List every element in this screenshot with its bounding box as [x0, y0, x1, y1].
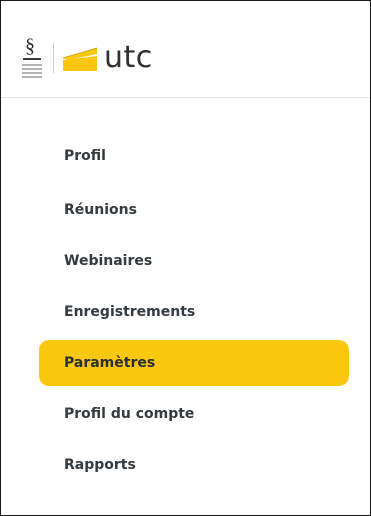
sidebar-item-label: Profil [64, 148, 106, 164]
sidebar-item-label: Enregistrements [64, 304, 196, 320]
logo-divider [53, 43, 54, 73]
sidebar-item-label: Paramètres [64, 355, 156, 371]
utc-logo[interactable]: § utc [21, 33, 153, 83]
sidebar-item-label: Profil du compte [64, 406, 195, 422]
sidebar-item-enregistrements[interactable]: Enregistrements [39, 289, 349, 335]
sidebar-item-profil[interactable]: Profil [39, 133, 349, 179]
header: § utc [1, 1, 370, 98]
sidebar-item-label: Rapports [64, 457, 136, 473]
sorbonne-university-icon: § [21, 36, 47, 80]
utc-wing-icon [62, 47, 98, 71]
logo-text: utc [104, 40, 153, 75]
sidebar-item-label: Webinaires [64, 253, 153, 269]
sorbonne-mark: § [25, 35, 35, 57]
sidebar-item-label: Réunions [64, 202, 137, 218]
sidebar-item-rapports[interactable]: Rapports [39, 442, 349, 488]
sidebar-item-profil-du-compte[interactable]: Profil du compte [39, 391, 349, 437]
sidebar-item-webinaires[interactable]: Webinaires [39, 238, 349, 284]
sidebar-item-reunions[interactable]: Réunions [39, 187, 349, 233]
app-window: § utc Profil Réunions Webinaires Enregis… [0, 0, 371, 516]
sidebar-item-parametres[interactable]: Paramètres [39, 340, 349, 386]
